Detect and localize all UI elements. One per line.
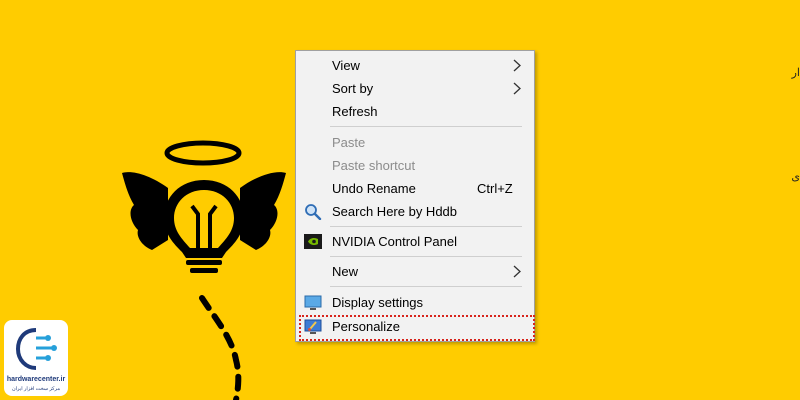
menu-separator [330, 126, 522, 127]
hardwarecenter-logo: hardwarecenter.ir مرکز سخت افزار ایران [4, 320, 68, 396]
menu-item-label: Sort by [332, 81, 374, 96]
chevron-right-icon [513, 59, 521, 72]
menu-item-view[interactable]: View [296, 54, 534, 77]
menu-item-sort-by[interactable]: Sort by [296, 77, 534, 100]
menu-separator [330, 286, 522, 287]
desktop[interactable]: ار ی View Sort by Refresh Paste Paste sh… [0, 0, 800, 400]
menu-item-nvidia-control-panel[interactable]: NVIDIA Control Panel [296, 230, 534, 253]
right-wing-icon [240, 172, 286, 250]
menu-item-label: Search Here by Hddb [332, 204, 458, 219]
chevron-right-icon [513, 82, 521, 95]
personalize-icon [304, 319, 322, 334]
menu-item-paste: Paste [296, 131, 534, 154]
menu-item-undo-rename[interactable]: Undo Rename Ctrl+Z [296, 177, 534, 200]
display-icon [304, 295, 322, 310]
halo-icon [164, 140, 242, 166]
logo-brand-text: hardwarecenter.ir [6, 376, 66, 383]
nvidia-icon [304, 234, 322, 249]
menu-item-new[interactable]: New [296, 260, 534, 283]
menu-item-label: Display settings [332, 295, 424, 310]
menu-item-search-here[interactable]: Search Here by Hddb [296, 200, 534, 223]
menu-item-label: Personalize [332, 319, 400, 334]
circuit-logo-icon [15, 328, 57, 370]
menu-item-shortcut: Ctrl+Z [477, 181, 513, 196]
menu-item-label: Paste [332, 135, 366, 150]
left-wing-icon [122, 172, 168, 250]
menu-item-label: Refresh [332, 104, 378, 119]
menu-item-label: NVIDIA Control Panel [332, 234, 458, 249]
logo-tagline: مرکز سخت افزار ایران [11, 386, 60, 392]
menu-item-label: Undo Rename [332, 181, 416, 196]
menu-item-personalize[interactable]: Personalize [296, 315, 534, 338]
menu-item-label: New [332, 264, 359, 279]
chevron-right-icon [513, 265, 521, 278]
edge-text-fragment: ی [791, 171, 800, 183]
menu-item-refresh[interactable]: Refresh [296, 100, 534, 123]
menu-item-display-settings[interactable]: Display settings [296, 291, 534, 314]
menu-separator [330, 256, 522, 257]
magnifier-icon [305, 204, 322, 220]
menu-item-paste-shortcut: Paste shortcut [296, 154, 534, 177]
desktop-context-menu: View Sort by Refresh Paste Paste shortcu… [295, 50, 535, 342]
edge-text-fragment: ار [791, 67, 800, 79]
menu-item-label: View [332, 58, 360, 73]
menu-item-label: Paste shortcut [332, 158, 416, 173]
dashed-trail [199, 295, 242, 400]
menu-separator [330, 226, 522, 227]
